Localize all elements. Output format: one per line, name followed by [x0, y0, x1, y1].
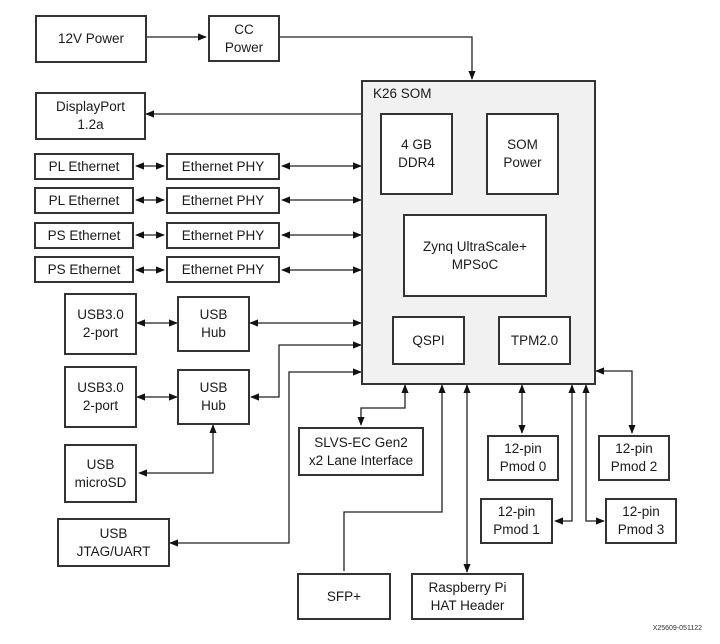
- figure-id: X25609-051122: [652, 625, 702, 632]
- pmod-1-block: 12-pin Pmod 1: [480, 498, 553, 544]
- ethernet-phy-4: Ethernet PHY: [166, 256, 280, 283]
- usb-jtag-uart-block: USB JTAG/UART: [57, 518, 170, 567]
- link-cc-som: [280, 36, 476, 80]
- link-slvs-som: [357, 384, 409, 426]
- cc-power-block: CC Power: [208, 15, 280, 62]
- tpm-block: TPM2.0: [498, 316, 571, 365]
- qspi-block: QSPI: [392, 316, 465, 365]
- mpsoc-block: Zynq UltraScale+ MPSoC: [403, 214, 547, 297]
- power-12v-block: 12V Power: [35, 15, 147, 63]
- pmod-3-block: 12-pin Pmod 3: [605, 498, 677, 544]
- som-title: K26 SOM: [373, 86, 432, 101]
- usb30-2port-1: USB3.0 2-port: [64, 293, 137, 355]
- sfp-plus-block: SFP+: [297, 573, 391, 620]
- displayport-block: DisplayPort 1.2a: [35, 92, 146, 140]
- pmod-0-block: 12-pin Pmod 0: [487, 435, 559, 481]
- pmod-2-block: 12-pin Pmod 2: [598, 435, 670, 481]
- pl-ethernet-1: PL Ethernet: [34, 153, 134, 180]
- usb-hub-1: USB Hub: [177, 296, 250, 352]
- usb-microsd-block: USB microSD: [64, 444, 137, 503]
- ddr4-block: 4 GB DDR4: [380, 113, 453, 195]
- ethernet-phy-3: Ethernet PHY: [166, 222, 280, 249]
- ethernet-phy-2: Ethernet PHY: [166, 187, 280, 214]
- ps-ethernet-2: PS Ethernet: [34, 256, 134, 283]
- pl-ethernet-2: PL Ethernet: [34, 187, 134, 214]
- link-pmod2-som: [595, 367, 636, 434]
- usb-hub-2: USB Hub: [177, 369, 250, 425]
- ethernet-phy-1: Ethernet PHY: [166, 153, 280, 180]
- usb30-2port-2: USB3.0 2-port: [64, 366, 137, 428]
- raspberry-pi-hat-block: Raspberry Pi HAT Header: [411, 573, 524, 620]
- slvs-ec-block: SLVS-EC Gen2 x2 Lane Interface: [298, 427, 424, 476]
- link-hub2-som: [250, 341, 362, 401]
- som-power-block: SOM Power: [486, 113, 559, 195]
- ps-ethernet-1: PS Ethernet: [34, 222, 134, 249]
- link-sfp-som: [343, 384, 446, 571]
- link-microsd-hub2: [138, 424, 217, 477]
